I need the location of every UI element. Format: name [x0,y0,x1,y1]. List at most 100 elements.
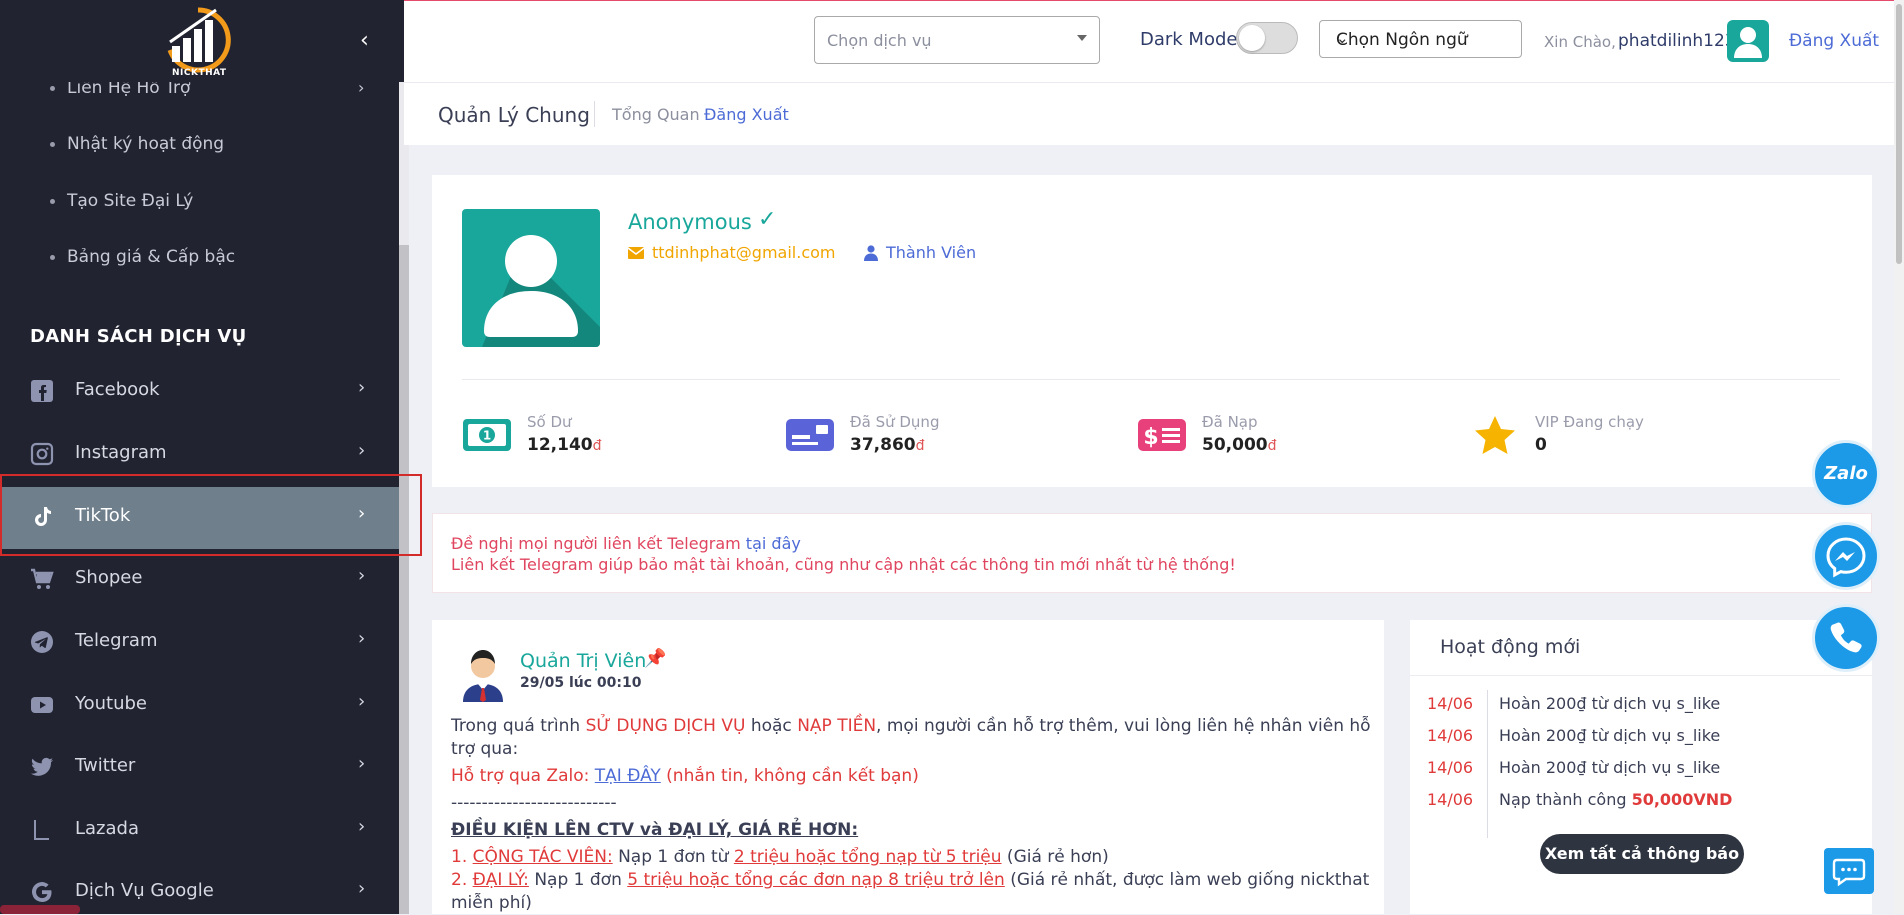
sidebar-item-label: Shopee [75,567,143,588]
bullet-icon [50,198,55,204]
sidebar-sub-item-create-agency-site[interactable]: Tạo Site Đại Lý [50,191,193,211]
stat-value: 37,860đ [850,435,925,455]
page-title: Quản Lý Chung [438,103,590,127]
post-heading: ĐIỀU KIỆN LÊN CTV và ĐẠI LÝ, GIÁ RẺ HƠN: [451,820,859,840]
user-icon [1734,27,1762,58]
chevron-right-icon: › [358,377,366,398]
profile-name: Anonymous [628,210,752,234]
breadcrumb-overview[interactable]: Tổng Quan [612,105,700,124]
breadcrumb-logout[interactable]: Đăng Xuất [704,105,789,124]
pin-icon: 📌 [644,648,667,669]
chevron-right-icon: › [358,753,366,774]
activity-row: 14/06 Hoàn 200₫ từ dịch vụ s_like [1427,726,1721,745]
activity-row: 14/06 Hoàn 200₫ từ dịch vụ s_like [1427,758,1721,777]
telegram-link[interactable]: tại đây [746,534,801,553]
sidebar-item-label: Facebook [75,379,160,400]
twitter-icon [31,757,53,776]
chat-icon [1832,858,1866,887]
messenger-icon [1826,537,1866,578]
sidebar-item-label: Telegram [75,630,158,651]
card-icon [786,419,834,451]
zalo-label: Zalo [1824,463,1868,484]
facebook-icon [31,380,53,402]
sidebar-item-twitter[interactable]: Twitter › [0,737,399,797]
activity-row: 14/06 Hoàn 200₫ từ dịch vụ s_like [1427,694,1721,713]
section-heading: DANH SÁCH DỊCH VỤ [30,326,247,347]
page-scrollbar-thumb[interactable] [1896,4,1902,264]
bullet-icon [50,141,55,147]
activity-row: 14/06 Nạp thành công 50,000VND [1427,790,1733,809]
user-icon [482,235,600,347]
dark-mode-toggle[interactable] [1236,22,1298,54]
bullet-icon [50,85,55,91]
post-date: 29/05 lúc 00:10 [520,675,642,691]
post-paragraph: miễn phí) [451,893,532,913]
divider [1410,675,1872,676]
chat-widget-button[interactable] [1824,848,1874,894]
sidebar-item-telegram[interactable]: Telegram › [0,612,399,672]
profile-card: Anonymous ✓ ttdinhphat@gmail.com Thành V… [432,175,1872,487]
chevron-right-icon: › [358,691,366,712]
sub-item-label: Tạo Site Đại Lý [67,191,194,211]
see-all-notifications-button[interactable]: Xem tất cả thông báo [1540,834,1744,874]
sidebar: Liên Hệ Hỗ Trợ › Nhật ký hoạt động Tạo S… [0,0,399,914]
phone-icon [1830,622,1862,653]
zalo-support-link[interactable]: TẠI ĐÂY [595,766,661,786]
telegram-notice: Đề nghị mọi người liên kết Telegram tại … [432,513,1872,593]
bullet-icon [50,254,55,260]
notice-line-1: Đề nghị mọi người liên kết Telegram tại … [451,534,801,553]
stat-label: Đã Nạp [1202,413,1258,431]
logo-text: NICKTHAT [172,68,227,78]
greeting-text: Xin Chào, [1544,33,1616,51]
stat-value: 0 [1535,435,1547,455]
service-select[interactable]: Chọn dịch vụ [814,16,1100,64]
chevron-down-icon: ⌄ [1336,29,1349,47]
notice-line-2: Liên kết Telegram giúp bảo mật tài khoản… [451,555,1236,574]
stat-value: 50,000đ [1202,435,1277,455]
star-icon [1475,416,1515,454]
recent-activity-card: Hoạt động mới 14/06 Hoàn 200₫ từ dịch vụ … [1410,620,1872,914]
sidebar-item-youtube[interactable]: Youtube › [0,675,399,735]
google-icon [32,882,52,902]
user-avatar[interactable] [1727,20,1769,62]
divider [462,379,1840,380]
dollar-icon: $ [1138,419,1186,451]
youtube-icon [31,697,53,713]
admin-post: Quản Trị Viên 📌 29/05 lúc 00:10 Trong qu… [432,620,1384,914]
post-paragraph: Trong quá trình SỬ DỤNG DỊCH VỤ hoặc NẠP… [451,716,1371,759]
service-select-placeholder: Chọn dịch vụ [827,31,932,50]
activity-heading: Hoạt động mới [1440,636,1581,658]
logout-link[interactable]: Đăng Xuất [1789,31,1879,51]
collapse-sidebar-icon[interactable]: ‹ [360,28,369,53]
post-separator: --------------------------- [451,793,617,813]
svg-text:1: 1 [483,429,491,443]
stat-label: Đã Sử Dụng [850,413,940,431]
sidebar-sub-item-pricing[interactable]: Bảng giá & Cấp bậc [50,247,235,267]
breadcrumb: Quản Lý Chung Tổng Quan Đăng Xuất [404,82,1904,145]
stat-label: VIP Đang chạy [1535,413,1644,431]
chevron-right-icon: › [358,440,366,461]
sidebar-sub-item-activity-log[interactable]: Nhật ký hoạt động [50,134,224,154]
zalo-button[interactable]: Zalo [1812,440,1880,508]
language-select[interactable]: Chọn Ngôn ngữ ⌄ [1319,20,1522,58]
chevron-right-icon: › [358,816,366,837]
phone-call-button[interactable] [1812,604,1880,672]
user-icon [864,245,878,261]
post-author: Quản Trị Viên [520,650,647,672]
dark-mode-label: Dark Mode [1140,29,1238,50]
post-paragraph: Hỗ trợ qua Zalo: TẠI ĐÂY (nhắn tin, khôn… [451,766,919,786]
username: phatdilinh123 [1618,31,1736,51]
sidebar-item-shopee[interactable]: Shopee › [0,549,399,609]
sidebar-item-label: Lazada [75,818,139,839]
sidebar-item-facebook[interactable]: Facebook › [0,361,399,421]
messenger-button[interactable] [1812,522,1880,590]
profile-avatar [462,209,600,347]
sidebar-scrollbar-thumb[interactable] [399,245,409,914]
post-body: Trong quá trình SỬ DỤNG DỊCH VỤ hoặc NẠP… [451,715,1371,915]
lazada-icon [34,820,49,840]
sidebar-item-label: Twitter [75,755,136,776]
toggle-knob [1239,25,1265,51]
sidebar-item-lazada[interactable]: Lazada › [0,800,399,860]
chevron-right-icon: › [358,628,366,649]
chevron-right-icon: › [358,878,366,899]
